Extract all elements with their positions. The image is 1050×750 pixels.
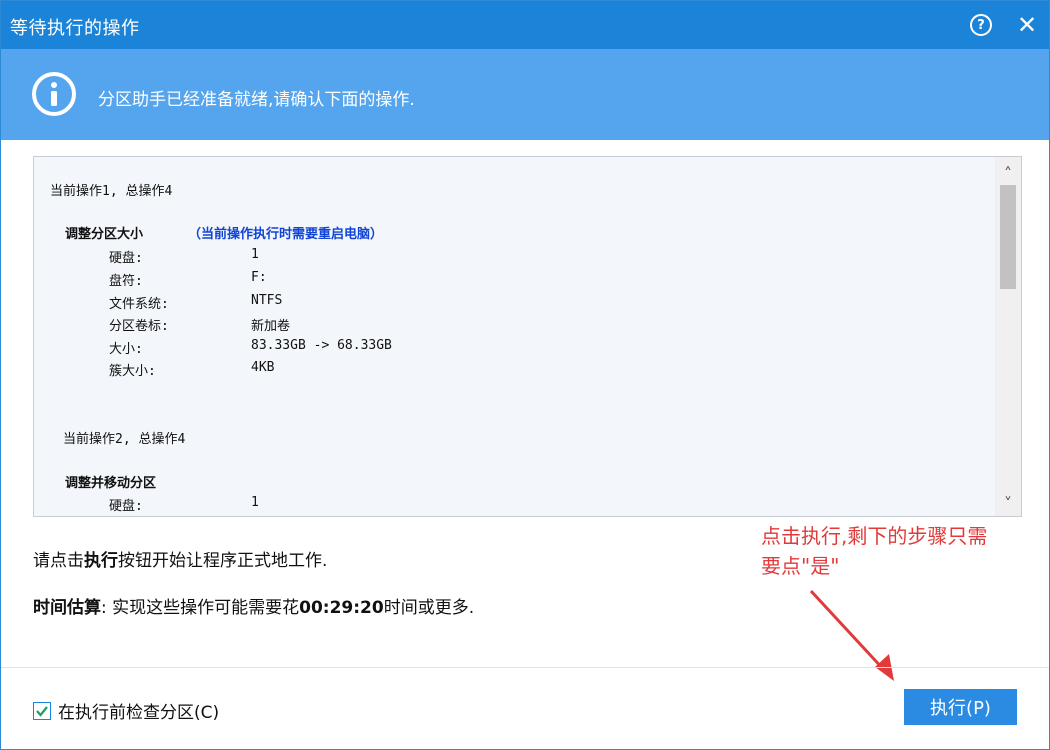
- operation-1-name: 调整分区大小: [65, 227, 144, 242]
- chevron-down-icon[interactable]: ˅: [995, 491, 1021, 515]
- footer-divider: [1, 667, 1049, 668]
- check-partition-option[interactable]: 在执行前检查分区(C): [33, 698, 219, 723]
- help-circle-icon: ?: [970, 14, 992, 36]
- detail-label: 分区卷标:: [109, 319, 169, 334]
- banner-message: 分区助手已经准备就绪,请确认下面的操作.: [98, 90, 415, 110]
- operation-2-header: 当前操作2, 总操作4: [63, 432, 186, 447]
- info-circle-icon: [32, 72, 76, 116]
- detail-label: 簇大小:: [109, 364, 156, 379]
- chevron-up-icon[interactable]: ˄: [995, 161, 1021, 185]
- estimate-label: 时间估算: [33, 598, 101, 618]
- checkmark-icon: [36, 705, 48, 717]
- window-title: 等待执行的操作: [10, 18, 140, 39]
- annotation-line-1: 点击执行,剩下的步骤只需: [761, 524, 988, 548]
- instruction-suffix: 按钮开始让程序正式地工作.: [118, 551, 328, 571]
- operations-content: 当前操作1, 总操作4 调整分区大小 （当前操作执行时需要重启电脑） 硬盘: 1…: [34, 157, 994, 516]
- pending-operations-dialog: 等待执行的操作 ? ✕ 分区助手已经准备就绪,请确认下面的操作. 当前操作1, …: [0, 0, 1050, 750]
- annotation-line-2: 要点"是": [761, 554, 840, 578]
- detail-label: 硬盘:: [109, 251, 143, 266]
- estimate-time: 00:29:20: [299, 598, 384, 618]
- detail-value: 83.33GB -> 68.33GB: [251, 338, 392, 353]
- time-estimate: 时间估算: 实现这些操作可能需要花00:29:20时间或更多.: [33, 593, 474, 618]
- close-icon: ✕: [1016, 11, 1038, 39]
- instruction-bold: 执行: [84, 551, 118, 571]
- estimate-text-after: 时间或更多.: [383, 598, 475, 618]
- operation-2-name: 调整并移动分区: [65, 476, 157, 491]
- close-button[interactable]: ✕: [1011, 9, 1043, 41]
- checkbox-label: 在执行前检查分区(C): [58, 703, 220, 723]
- detail-value: 1: [251, 247, 259, 262]
- annotation-note: 点击执行,剩下的步骤只需 要点"是": [761, 521, 1041, 581]
- check-before-execute-checkbox[interactable]: [33, 701, 51, 720]
- detail-label: 大小:: [109, 342, 143, 357]
- detail-value: NTFS: [251, 293, 283, 308]
- estimate-text-before: : 实现这些操作可能需要花: [101, 598, 300, 618]
- detail-value: 4KB: [251, 360, 275, 375]
- vertical-scrollbar[interactable]: ˄ ˅: [995, 157, 1021, 516]
- detail-label: 文件系统:: [109, 297, 169, 312]
- detail-label: 硬盘:: [109, 499, 143, 514]
- detail-value: 1: [251, 495, 259, 510]
- scrollbar-thumb[interactable]: [1000, 185, 1016, 289]
- operations-list-panel[interactable]: 当前操作1, 总操作4 调整分区大小 （当前操作执行时需要重启电脑） 硬盘: 1…: [33, 156, 1022, 517]
- execute-instruction: 请点击执行按钮开始让程序正式地工作.: [33, 546, 327, 571]
- help-button[interactable]: ?: [965, 9, 997, 41]
- detail-value: 新加卷: [251, 319, 291, 334]
- execute-button[interactable]: 执行(P): [904, 689, 1017, 725]
- operation-1-header: 当前操作1, 总操作4: [50, 184, 173, 199]
- detail-label: 盘符:: [109, 274, 143, 289]
- detail-value: F:: [251, 270, 267, 285]
- operation-1-note: （当前操作执行时需要重启电脑）: [188, 227, 384, 242]
- title-bar: 等待执行的操作 ? ✕: [1, 1, 1049, 49]
- ready-banner: 分区助手已经准备就绪,请确认下面的操作.: [1, 49, 1049, 140]
- instruction-prefix: 请点击: [33, 551, 84, 571]
